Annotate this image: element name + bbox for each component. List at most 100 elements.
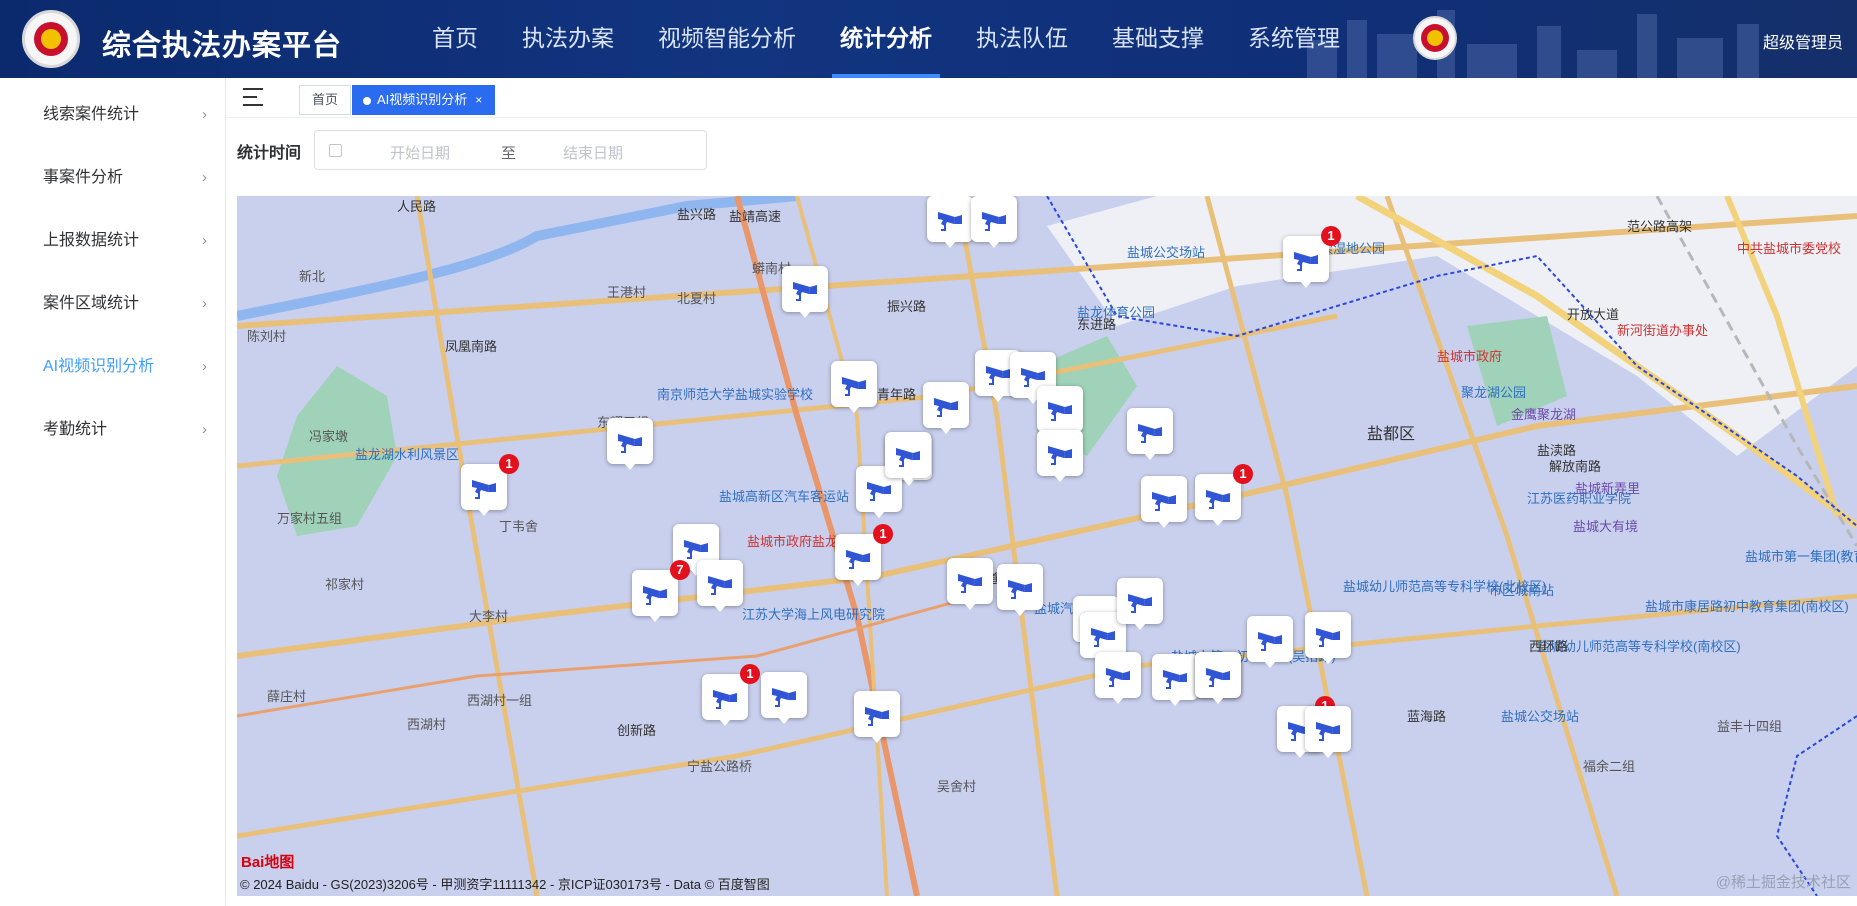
map-place-label: 盐城新弄里 — [1575, 481, 1641, 496]
sidebar-item-ai-video[interactable]: AI视频识别分析 › — [0, 330, 225, 393]
nav-system-management[interactable]: 系统管理 — [1226, 0, 1362, 78]
camera-marker[interactable]: 1 — [835, 524, 893, 586]
map-place-label: 盐城高新区汽车客运站 — [719, 489, 850, 504]
map-place-label: 盐龙湖水利风景区 — [355, 447, 460, 462]
map-place-label: 万家村五组 — [277, 511, 343, 526]
camera-marker[interactable] — [923, 382, 969, 434]
camera-marker[interactable] — [997, 564, 1043, 616]
alert-count-badge: 1 — [873, 524, 893, 544]
nav-team[interactable]: 执法队伍 — [954, 0, 1090, 78]
road — [1204, 196, 1370, 896]
surveillance-camera-icon — [865, 707, 889, 726]
nav-home[interactable]: 首页 — [410, 0, 500, 78]
nav-case-handling[interactable]: 执法办案 — [500, 0, 636, 78]
camera-marker[interactable] — [1152, 654, 1198, 706]
map-place-label: 盐城公交场站 — [1127, 245, 1206, 260]
map-place-label: 中共盐城市委党校 — [1737, 241, 1842, 256]
map-place-label: 丁韦舍 — [499, 519, 539, 534]
surveillance-camera-icon — [1316, 628, 1340, 647]
sidebar-item-label: 上报数据统计 — [43, 232, 140, 249]
camera-marker[interactable] — [947, 558, 993, 610]
nav-statistics[interactable]: 统计分析 — [818, 0, 954, 78]
camera-marker[interactable]: 1 — [1195, 464, 1253, 526]
map-place-label: 盐城市政府 — [1437, 349, 1503, 364]
tab-home[interactable]: 首页 — [299, 85, 352, 115]
map-place-label: 蓝海路 — [1407, 709, 1447, 724]
camera-marker[interactable] — [1141, 476, 1187, 528]
camera-marker[interactable]: 7 — [632, 560, 690, 622]
chevron-right-icon: › — [202, 421, 207, 438]
nav-basic-support[interactable]: 基础支撑 — [1090, 0, 1226, 78]
camera-marker[interactable] — [854, 691, 900, 743]
sidebar-item-case-analysis[interactable]: 事案件分析 › — [0, 141, 225, 204]
map-place-label: 聚龙湖公园 — [1461, 385, 1527, 400]
surveillance-camera-icon — [1091, 628, 1115, 647]
surveillance-camera-icon — [1163, 670, 1187, 689]
camera-marker[interactable] — [761, 672, 807, 724]
map-place-label: 振兴路 — [887, 299, 927, 314]
camera-marker[interactable] — [1037, 430, 1083, 482]
sidebar-item-clue-cases[interactable]: 线索案件统计 › — [0, 78, 225, 141]
camera-marker[interactable] — [971, 196, 1017, 248]
surveillance-camera-icon — [896, 448, 920, 467]
map-place-label: 盐城市康居路初中教育集团(南校区) — [1645, 599, 1849, 614]
close-icon[interactable]: × — [475, 93, 482, 107]
alert-count-badge: 1 — [499, 454, 519, 474]
sidebar-item-report-data[interactable]: 上报数据统计 › — [0, 204, 225, 267]
camera-marker[interactable]: 1 — [461, 454, 519, 516]
start-date-input[interactable]: 开始日期 — [390, 142, 450, 163]
surveillance-camera-icon — [842, 377, 866, 396]
map-place-label: 福余二组 — [1583, 759, 1636, 774]
menu-toggle-icon[interactable] — [243, 88, 265, 106]
map-view[interactable]: 盐兴路盐靖高速王港村北夏村蟒南村新北凤凰南路陈刘村南京师范大学盐城实验学校东耀五… — [237, 196, 1857, 896]
map-place-label: 市区城南站 — [1489, 583, 1555, 598]
camera-marker[interactable] — [1305, 612, 1351, 664]
user-name[interactable]: 超级管理员 — [1763, 29, 1843, 53]
surveillance-camera-icon — [618, 434, 642, 453]
map-place-label: 薛庄村 — [267, 689, 307, 704]
surveillance-camera-icon — [684, 540, 708, 559]
map-place-label: 南京师范大学盐城实验学校 — [657, 387, 814, 402]
tab-label: AI视频识别分析 — [377, 92, 468, 107]
surveillance-camera-icon — [793, 282, 817, 301]
tab-ai-video[interactable]: AI视频识别分析 × — [352, 85, 496, 115]
map-place-label: 凤凰南路 — [445, 339, 498, 354]
surveillance-camera-icon — [1008, 580, 1032, 599]
logo-emblem-icon — [22, 10, 80, 68]
sidebar-item-label: 线索案件统计 — [43, 106, 140, 123]
sidebar-item-label: 考勤统计 — [43, 421, 108, 438]
camera-marker[interactable] — [697, 560, 743, 612]
surveillance-camera-icon — [1048, 446, 1072, 465]
map-copyright: © 2024 Baidu - GS(2023)3206号 - 甲测资字11111… — [240, 877, 770, 892]
map-place-label: 宁盐公路桥 — [687, 759, 753, 774]
map-place-label: 益丰十四组 — [1717, 719, 1783, 734]
alert-count-badge: 1 — [1321, 226, 1341, 246]
camera-marker[interactable] — [1117, 578, 1163, 630]
camera-marker[interactable] — [831, 361, 877, 413]
camera-marker[interactable] — [607, 418, 653, 470]
camera-marker[interactable] — [1037, 386, 1083, 438]
sidebar-item-label: 案件区域统计 — [43, 295, 140, 312]
camera-marker[interactable]: 1 — [1283, 226, 1341, 288]
camera-marker[interactable] — [1127, 408, 1173, 460]
map-place-label: 新北 — [299, 269, 326, 284]
camera-marker[interactable]: 1 — [702, 664, 760, 726]
camera-marker[interactable] — [1195, 652, 1241, 704]
end-date-input[interactable]: 结束日期 — [563, 142, 623, 163]
surveillance-camera-icon — [643, 586, 667, 605]
sidebar-item-attendance[interactable]: 考勤统计 › — [0, 393, 225, 456]
sidebar-item-case-region[interactable]: 案件区域统计 › — [0, 267, 225, 330]
surveillance-camera-icon — [938, 212, 962, 231]
map-place-label: 西湖村一组 — [467, 693, 533, 708]
camera-marker[interactable] — [1247, 616, 1293, 668]
camera-marker[interactable] — [927, 196, 973, 248]
camera-marker[interactable] — [782, 266, 828, 318]
nav-video-analysis[interactable]: 视频智能分析 — [636, 0, 818, 78]
camera-marker[interactable] — [885, 432, 931, 484]
user-avatar[interactable] — [1413, 16, 1457, 60]
map-place-label: 东进路 — [1077, 317, 1117, 332]
map-place-label: 盐兴路 — [677, 207, 717, 222]
date-range-picker[interactable]: 开始日期 至 结束日期 — [314, 130, 707, 170]
camera-marker[interactable] — [1305, 706, 1351, 758]
camera-marker[interactable] — [1095, 652, 1141, 704]
